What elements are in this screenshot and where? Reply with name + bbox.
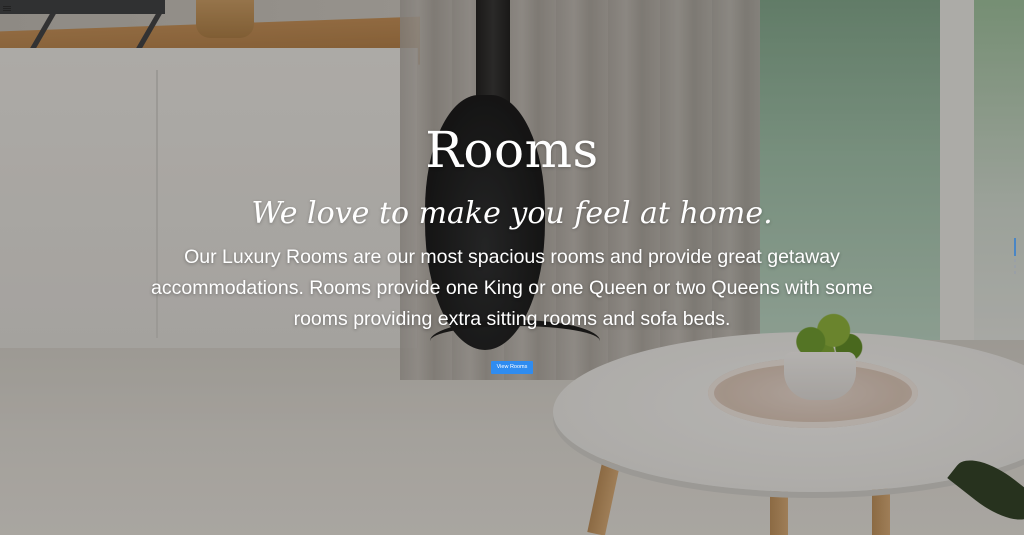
menu-bar-line (3, 8, 11, 9)
view-rooms-button[interactable]: View Rooms (490, 361, 534, 374)
scroll-indicator-dot[interactable] (1014, 259, 1016, 262)
scroll-indicator-active[interactable] (1014, 238, 1016, 256)
hero-subtitle: We love to make you feel at home. (251, 196, 773, 231)
hamburger-menu-icon[interactable] (3, 5, 13, 14)
scroll-indicator-dot[interactable] (1014, 271, 1016, 274)
page-title: Rooms (425, 121, 599, 179)
scroll-indicator[interactable] (1013, 238, 1017, 286)
hero-content: Rooms We love to make you feel at home. … (0, 116, 1024, 374)
hero-section: Rooms We love to make you feel at home. … (0, 0, 1024, 535)
menu-bar-line (3, 10, 11, 11)
hero-description: Our Luxury Rooms are our most spacious r… (151, 246, 873, 330)
menu-bar-line (3, 6, 11, 7)
scroll-indicator-dot[interactable] (1014, 265, 1016, 268)
